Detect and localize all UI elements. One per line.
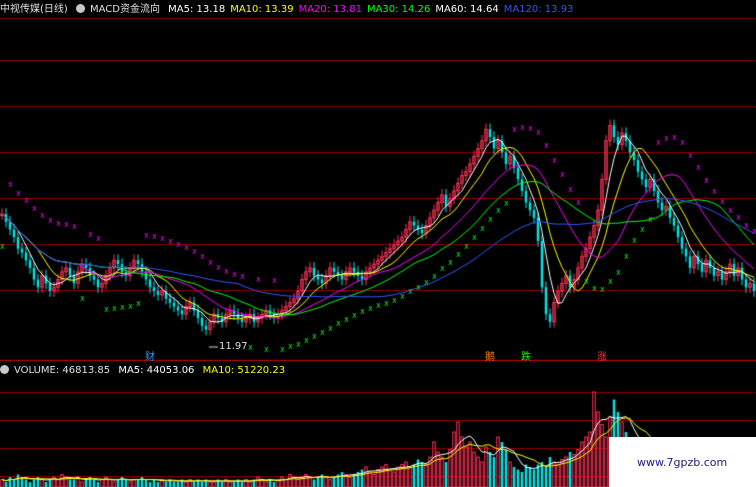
ma-legend-item: MA60: 14.64	[435, 4, 499, 15]
low-price-label: 11.97	[219, 341, 248, 352]
price-panel-header: 中视传媒(日线) MACD资金流向 MA5: 13.18 MA10: 13.39 M…	[0, 2, 583, 18]
watermark-text: www.7gpzb.com	[637, 456, 728, 469]
ma-legend-item: MA5: 13.18	[168, 4, 226, 15]
watermark: www.7gpzb.com	[609, 437, 756, 487]
volume-ma10: MA10: 51220.23	[202, 365, 286, 376]
stock-name-label[interactable]: 中视传媒(日线)	[0, 4, 68, 15]
ma-legend-item: MA120: 13.93	[503, 4, 574, 15]
volume-value: VOLUME: 46813.85	[14, 365, 111, 376]
signal-label: 财	[145, 352, 155, 363]
signal-label: 跌	[521, 352, 531, 363]
signal-label: 鹅	[485, 352, 495, 363]
ma-legend: MA5: 13.18 MA10: 13.39 MA20: 13.81 MA30: 14…	[168, 4, 578, 15]
signal-label: 涨	[597, 352, 607, 363]
ma-legend-item: MA10: 13.39	[230, 4, 294, 15]
volume-toggle-icon[interactable]	[0, 365, 9, 374]
volume-ma5: MA5: 44053.06	[118, 365, 195, 376]
stock-chart-canvas[interactable]	[0, 0, 756, 487]
indicator-name[interactable]: MACD资金流向	[90, 4, 160, 15]
volume-panel-header: VOLUME: 46813.85 MA5: 44053.06 MA10: 512…	[0, 363, 290, 379]
indicator-toggle-icon[interactable]	[76, 4, 85, 13]
ma-legend-item: MA30: 14.26	[366, 4, 431, 15]
ma-legend-item: MA20: 13.81	[298, 4, 362, 15]
